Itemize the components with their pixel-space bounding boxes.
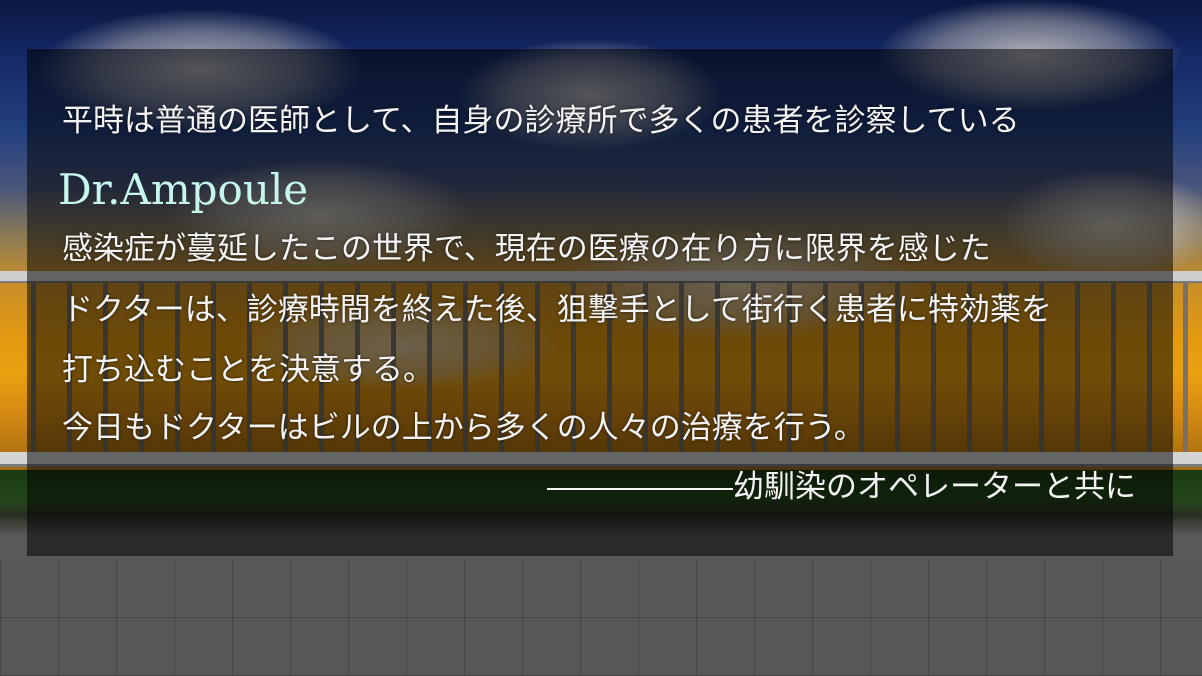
story-line-1: 平時は普通の医師として、自身の診療所で多くの患者を診察している xyxy=(62,103,1020,139)
rooftop-tiles xyxy=(0,560,1202,676)
story-line-5: 今日もドクターはビルの上から多くの人々の治療を行う。 xyxy=(62,410,865,446)
story-line-3: ドクターは、診療時間を終えた後、狙撃手として街行く患者に特効薬を xyxy=(62,292,1052,328)
story-line-4: 打ち込むことを決意する。 xyxy=(62,352,434,388)
story-title: Dr.Ampoule xyxy=(58,165,309,214)
story-line-2: 感染症が蔓延したこの世界で、現在の医療の在り方に限界を感じた xyxy=(62,231,991,267)
story-signature: ――――――幼馴染のオペレーターと共に xyxy=(547,469,1136,505)
